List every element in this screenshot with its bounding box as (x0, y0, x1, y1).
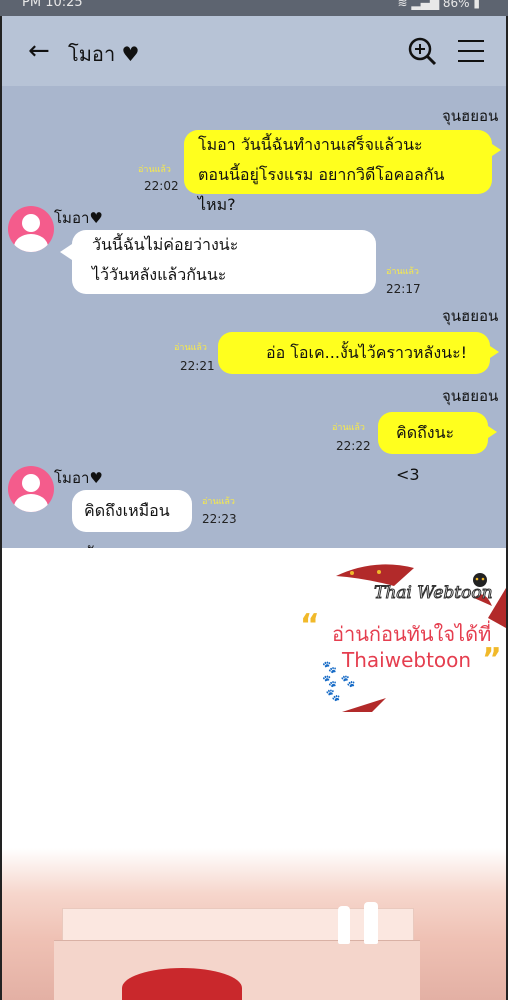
bubble-tail (487, 344, 499, 360)
open-quote-icon: “ (300, 608, 320, 643)
bubble-tail (60, 244, 72, 260)
message-sender: โมอา♥ (54, 209, 103, 227)
message-time: 22:17 (386, 282, 421, 296)
message-time: 22:21 (180, 359, 215, 373)
signal-icon: ▂▄▆ (411, 0, 440, 10)
chat-screen: ← โมอา ♥ จุนฮยอน โมอา วันนี้ฉันทำงานเสร็… (0, 16, 508, 548)
message-line: คิดถึงเหมือนกัน (84, 501, 170, 548)
read-receipt: อ่านแล้ว (202, 497, 235, 507)
promo-panel: Thai Webtoon “ อ่านก่อนทันใจได้ที่ Thaiw… (0, 548, 508, 1000)
avatar[interactable] (8, 206, 54, 252)
read-receipt: อ่านแล้ว (174, 343, 207, 353)
message-line: ไว้วันหลังแล้วกันนะ (92, 265, 227, 284)
message-bubble[interactable]: โมอา วันนี้ฉันทำงานเสร็จแล้วนะ ตอนนี้อยู… (184, 130, 492, 214)
bubble-tail (485, 424, 497, 440)
message-line: โมอา วันนี้ฉันทำงานเสร็จแล้วนะ (198, 135, 423, 154)
battery-percent: 86% (442, 0, 470, 10)
read-receipt: อ่านแล้ว (332, 423, 365, 433)
battery-icon: ▮ (473, 0, 480, 10)
message-time: 22:02 (144, 179, 179, 193)
message-time: 22:22 (336, 439, 371, 453)
message-line: ตอนนี้อยู่โรงแรม อยากวิดีโอคอลกันไหม? (198, 165, 445, 214)
wifi-icon: ≋ (397, 0, 408, 10)
comic-scene-image (2, 848, 506, 1000)
message-bubble[interactable]: วันนี้ฉันไม่ค่อยว่างน่ะ ไว้วันหลังแล้วกั… (72, 230, 376, 294)
read-receipt: อ่านแล้ว (138, 165, 171, 175)
message-time: 22:23 (202, 512, 237, 526)
logo-text: Thai Webtoon (374, 583, 493, 603)
back-arrow-icon[interactable]: ← (28, 36, 50, 66)
message-bubble[interactable]: คิดถึงนะ <3 (378, 412, 488, 484)
zoom-in-icon[interactable] (407, 36, 437, 66)
message-line: วันนี้ฉันไม่ค่อยว่างน่ะ (92, 235, 239, 254)
avatar[interactable] (8, 466, 54, 512)
chat-title: โมอา ♥ (68, 42, 140, 66)
promo-line-2: Thaiwebtoon (342, 648, 472, 672)
message-bubble[interactable]: คิดถึงเหมือนกัน (72, 490, 192, 548)
chat-header: ← โมอา ♥ (2, 16, 506, 86)
menu-icon[interactable] (458, 40, 484, 62)
paw-prints-icon: 🐾 🐾 🐾 🐾 (322, 660, 356, 702)
ribbon-decoration (342, 698, 386, 712)
message-sender: จุนฮยอน (442, 307, 499, 325)
message-sender: จุนฮยอน (442, 107, 499, 125)
message-line: คิดถึงนะ <3 (396, 423, 455, 484)
close-quote-icon: ” (482, 642, 502, 677)
message-sender: โมอา♥ (54, 469, 103, 487)
read-receipt: อ่านแล้ว (386, 267, 419, 277)
message-sender: จุนฮยอน (442, 387, 499, 405)
message-line: อ่อ โอเค...งั้นไว้คราวหลังนะ! (266, 343, 468, 362)
status-bar: PM 10:25 ≋ ▂▄▆ 86% ▮ (0, 0, 508, 16)
status-time: PM 10:25 (22, 0, 83, 10)
thaiwebtoon-logo: Thai Webtoon (336, 564, 493, 606)
message-bubble[interactable]: อ่อ โอเค...งั้นไว้คราวหลังนะ! (218, 332, 490, 374)
promo-line-1: อ่านก่อนทันใจได้ที่ (332, 622, 492, 646)
ribbon-decoration (488, 588, 506, 628)
bubble-tail (489, 142, 501, 158)
status-icons: ≋ ▂▄▆ 86% ▮ (397, 0, 480, 10)
